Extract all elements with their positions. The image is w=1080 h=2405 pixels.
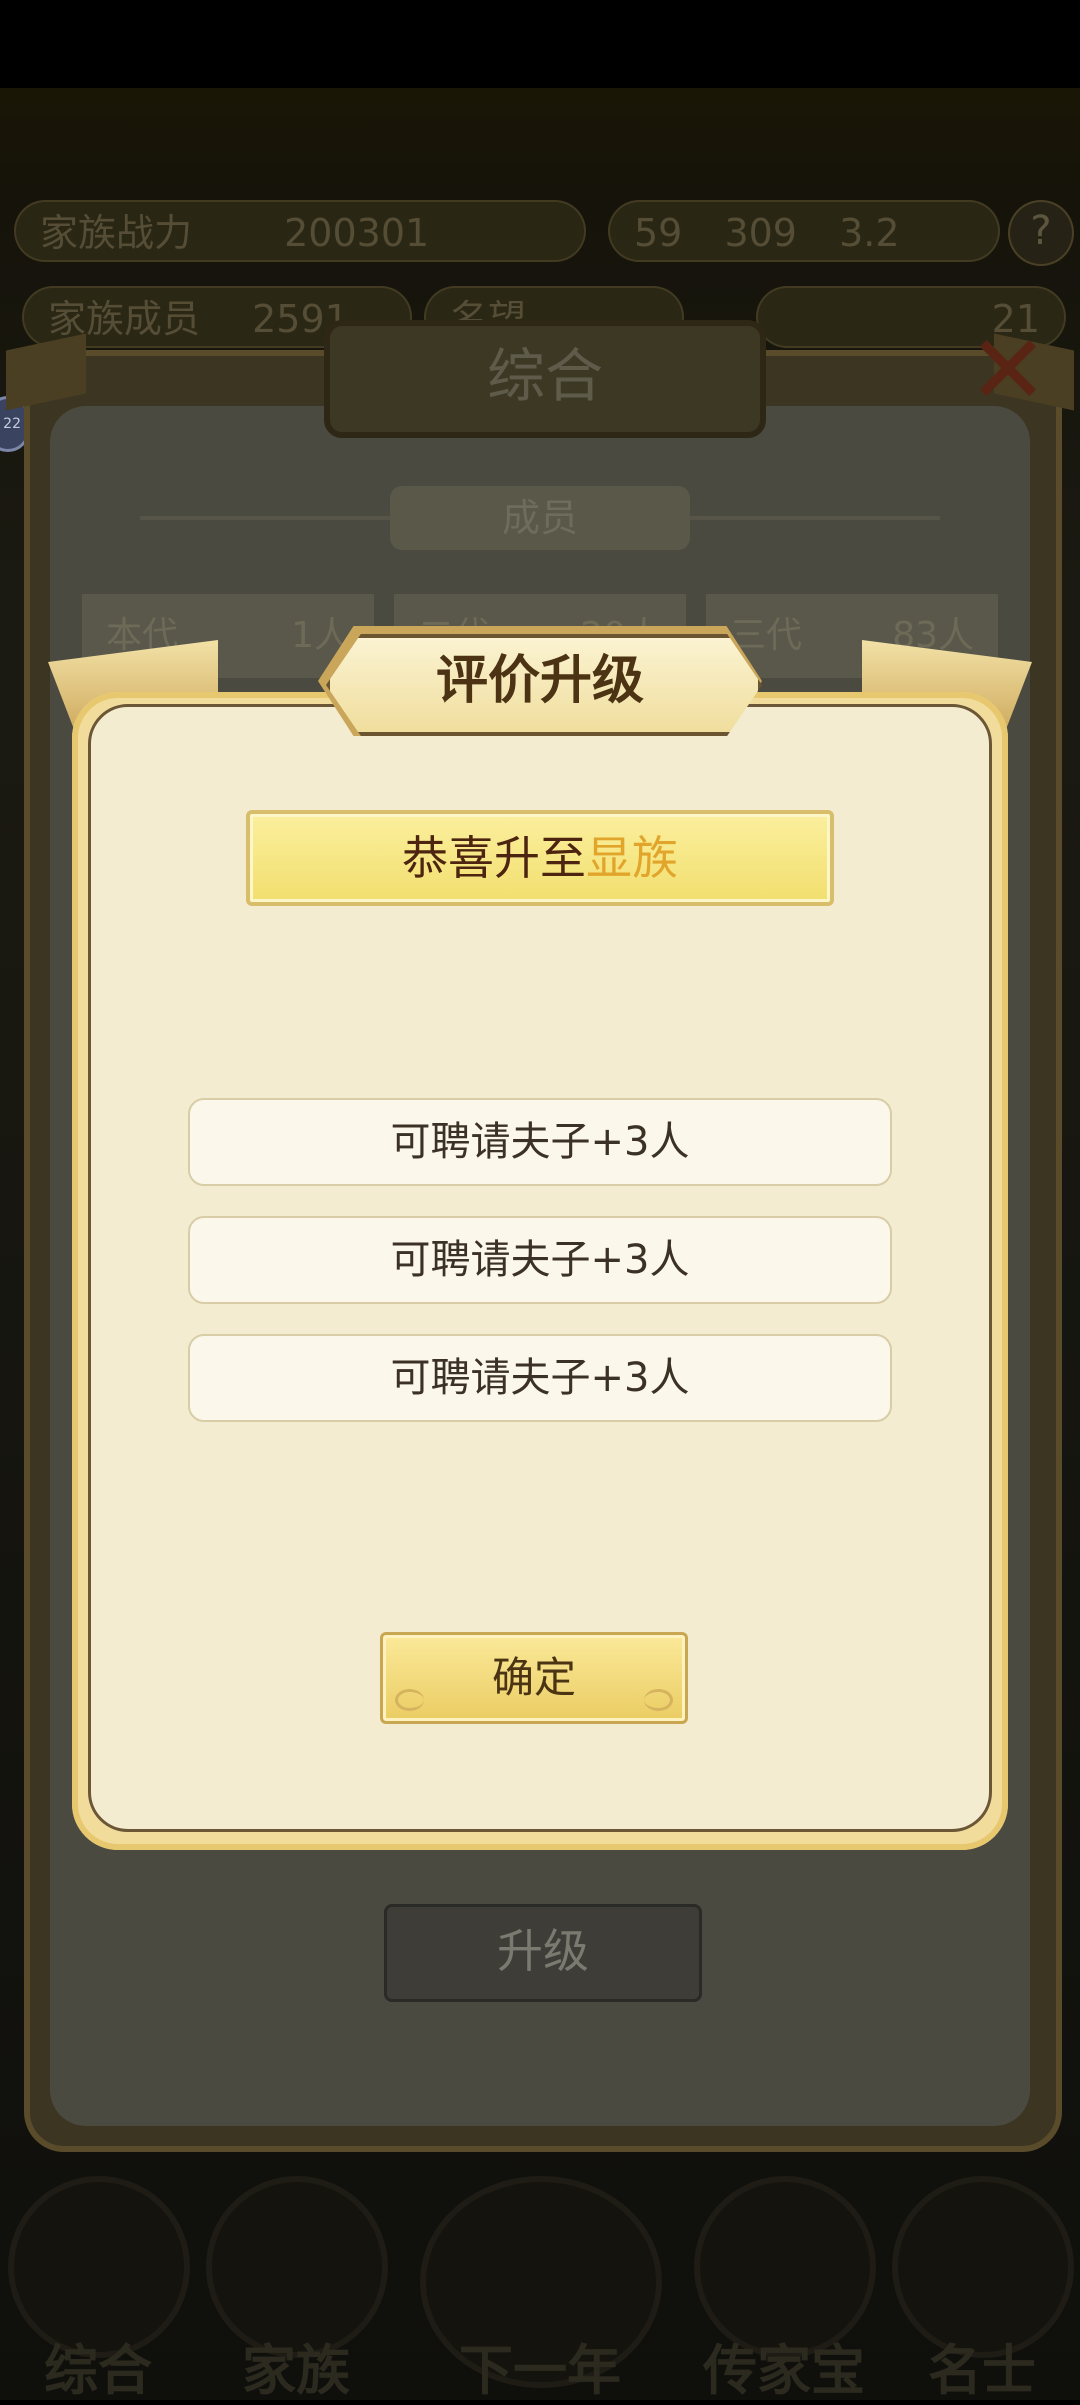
resource-2: 309: [724, 211, 797, 255]
divider-left: [140, 516, 390, 520]
close-icon[interactable]: ✕: [958, 320, 1058, 420]
reward-item: 可聘请夫子+3人: [188, 1216, 892, 1304]
family-power-label: 家族战力: [40, 211, 193, 255]
tab-label: 下一年: [459, 2339, 621, 2402]
ornament-icon: [395, 1689, 424, 1711]
confirm-button[interactable]: 确定: [380, 1632, 688, 1724]
family-power-value: 200301: [284, 211, 430, 255]
ornament-icon: [644, 1689, 673, 1711]
resource-stats: 59 309 3.2: [608, 200, 1000, 262]
help-icon[interactable]: ?: [1008, 200, 1074, 266]
new-rank-text: 显族: [586, 831, 678, 885]
upgrade-button[interactable]: 升级: [384, 1904, 702, 2002]
resource-3: 3.2: [839, 211, 900, 255]
reward-item: 可聘请夫子+3人: [188, 1098, 892, 1186]
resource-1: 59: [634, 211, 683, 255]
congrats-text: 恭喜升至: [402, 831, 586, 885]
family-members-label: 家族成员: [48, 297, 201, 341]
tab-label: 名士: [928, 2339, 1036, 2402]
members-header: 成员: [390, 486, 690, 550]
panel-title: 综合: [324, 320, 766, 438]
tab-heirloom[interactable]: 传家宝: [694, 2176, 876, 2402]
reward-item: 可聘请夫子+3人: [188, 1334, 892, 1422]
tab-overview[interactable]: 综合: [8, 2176, 190, 2402]
tab-label: 综合: [44, 2339, 152, 2402]
modal-title: 评价升级: [435, 651, 644, 711]
tab-family[interactable]: 家族: [206, 2176, 388, 2402]
tab-next-year[interactable]: 下一年: [420, 2176, 662, 2402]
confirm-label: 确定: [491, 1653, 576, 1702]
tab-label: 传家宝: [703, 2339, 865, 2402]
tab-scholars[interactable]: 名士: [892, 2176, 1074, 2402]
congrats-banner: 恭喜升至显族: [246, 810, 834, 906]
family-power-stat: 家族战力 200301: [14, 200, 586, 262]
tab-label: 家族: [242, 2339, 350, 2402]
divider-right: [690, 516, 940, 520]
